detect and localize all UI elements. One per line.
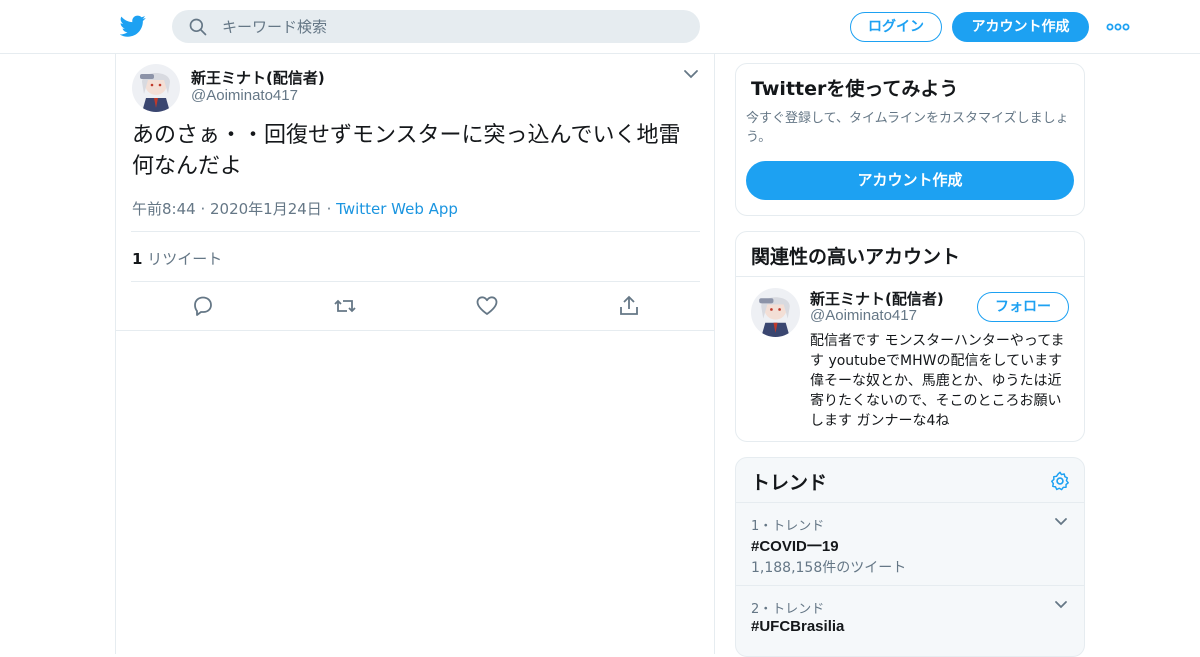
- chevron-down-icon[interactable]: [1054, 600, 1068, 610]
- tweet-source-link[interactable]: Twitter Web App: [336, 200, 458, 218]
- related-accounts-title: 関連性の高いアカウント: [751, 246, 961, 268]
- trend-tag[interactable]: #UFCBrasilia: [751, 618, 844, 635]
- login-button[interactable]: ログイン: [850, 12, 942, 42]
- trend-tag[interactable]: #COVID一19: [751, 535, 839, 556]
- more-options-icon[interactable]: [1106, 20, 1130, 34]
- signup-button[interactable]: アカウント作成: [952, 12, 1089, 42]
- related-account-avatar[interactable]: [751, 288, 800, 337]
- tweet-actions: [116, 294, 714, 318]
- meta-separator: ·: [326, 200, 332, 218]
- trend-rank: 1・トレンド: [751, 519, 825, 534]
- tweet-text: あのさぁ・・回復せずモンスターに突っ込んでいく地雷何なんだよ: [132, 123, 681, 179]
- trend-item[interactable]: 2・トレンド #UFCBrasilia: [736, 586, 1084, 656]
- twitter-bird-icon[interactable]: [120, 13, 146, 39]
- tweet-detail-column: 新王ミナト(配信者) @Aoiminato417 あのさぁ・・回復せずモンスター…: [115, 54, 715, 654]
- trend-count: 1,188,158件のツイート: [751, 560, 907, 576]
- tweet-stats[interactable]: 1 リツイート: [132, 248, 222, 269]
- retweet-label: リツイート: [147, 250, 223, 268]
- trends-title: トレンド: [751, 472, 828, 494]
- signup-card-button[interactable]: アカウント作成: [746, 161, 1074, 200]
- search-bar[interactable]: [172, 10, 700, 43]
- related-account-handle[interactable]: @Aoiminato417: [810, 307, 917, 324]
- author-name[interactable]: 新王ミナト(配信者): [191, 67, 325, 88]
- trends-card: トレンド 1・トレンド #COVID一19 1,188,158件のツイート 2・…: [735, 457, 1085, 657]
- author-avatar[interactable]: [132, 64, 180, 112]
- tweet-meta: 午前8:44 · 2020年1月24日 · Twitter Web App: [132, 198, 458, 219]
- gear-icon[interactable]: [1049, 470, 1071, 492]
- share-icon[interactable]: [617, 294, 641, 318]
- signup-card-title: Twitterを使ってみよう: [751, 78, 959, 100]
- divider: [736, 276, 1084, 277]
- related-accounts-card: 関連性の高いアカウント 新王ミナト(配信者) @Aoiminato417 フォロ…: [735, 231, 1085, 442]
- search-icon: [189, 18, 207, 36]
- trend-rank: 2・トレンド: [751, 602, 825, 617]
- reply-icon[interactable]: [191, 294, 215, 318]
- signup-card: Twitterを使ってみよう 今すぐ登録して、タイムラインをカスタマイズしましょ…: [735, 63, 1085, 216]
- top-navigation-bar: ログイン アカウント作成: [0, 0, 1200, 54]
- follow-button[interactable]: フォロー: [977, 292, 1069, 322]
- author-handle[interactable]: @Aoiminato417: [191, 87, 298, 104]
- like-heart-icon[interactable]: [475, 294, 499, 318]
- divider: [131, 281, 700, 282]
- chevron-down-icon[interactable]: [1054, 517, 1068, 527]
- divider: [131, 231, 700, 232]
- tweet-timestamp[interactable]: 午前8:44 · 2020年1月24日: [132, 200, 322, 218]
- related-account-bio: 配信者です モンスターハンターやってます youtubeでMHWの配信をしていま…: [810, 333, 1065, 429]
- signup-card-description: 今すぐ登録して、タイムラインをカスタマイズしましょう。: [746, 111, 1069, 145]
- search-input[interactable]: [222, 10, 682, 43]
- retweet-icon[interactable]: [333, 294, 357, 318]
- trend-item[interactable]: 1・トレンド #COVID一19 1,188,158件のツイート: [736, 503, 1084, 585]
- divider: [116, 330, 714, 331]
- retweet-count: 1: [132, 250, 143, 268]
- chevron-down-icon[interactable]: [683, 68, 699, 80]
- related-account-name[interactable]: 新王ミナト(配信者): [810, 288, 944, 309]
